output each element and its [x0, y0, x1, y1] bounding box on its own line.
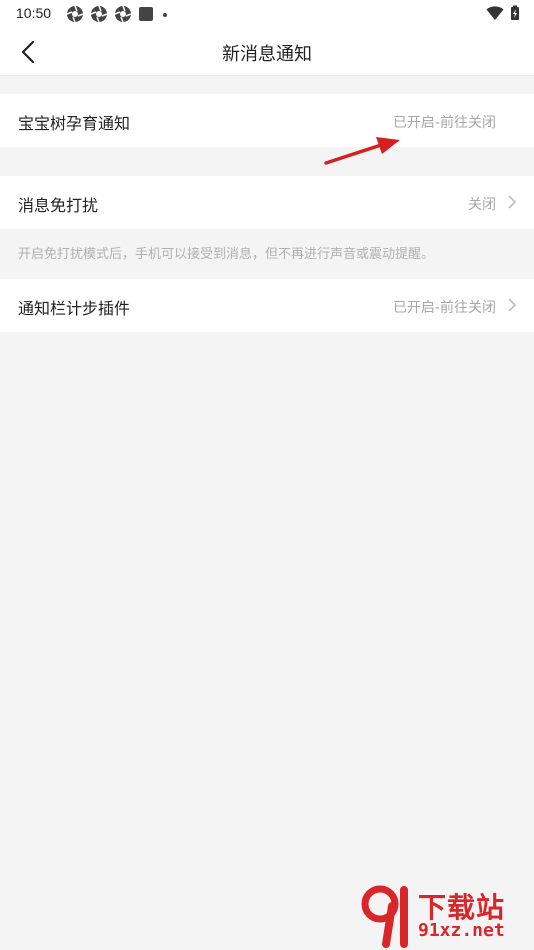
- row-value: 已开启-前往关闭: [392, 115, 496, 131]
- status-time: 10:50: [16, 5, 52, 21]
- system-icons: [486, 5, 520, 21]
- battery-charging-icon: [511, 5, 519, 20]
- settings-row-step-counter-widget[interactable]: 通知栏计步插件 已开启-前往关闭: [0, 279, 534, 332]
- row-value: 已开启-前往关闭: [392, 300, 496, 316]
- row-label: 宝宝树孕育通知: [18, 114, 131, 133]
- chevron-right-icon: [508, 195, 517, 209]
- settings-row-pregnancy-notification[interactable]: 宝宝树孕育通知 已开启-前往关闭: [0, 94, 534, 147]
- row-value: 关闭: [468, 197, 496, 213]
- aperture-icon: [66, 5, 84, 23]
- status-bar: 10:50: [0, 0, 534, 28]
- aperture-icon: [114, 5, 132, 23]
- settings-row-do-not-disturb[interactable]: 消息免打扰 关闭: [0, 176, 534, 229]
- notification-icons: [66, 5, 170, 23]
- wifi-icon: [486, 6, 504, 20]
- row-label: 通知栏计步插件: [18, 299, 131, 318]
- page-title: 新消息通知: [222, 44, 312, 65]
- app-square-icon: [139, 7, 153, 21]
- app-header: 新消息通知: [0, 28, 534, 76]
- chevron-right-icon: [508, 298, 517, 312]
- dnd-description: 开启免打扰模式后，手机可以接受到消息，但不再进行声音或震动提醒。: [18, 247, 435, 262]
- watermark-url: 91xz.net: [418, 920, 505, 941]
- dot-icon: [163, 13, 167, 17]
- watermark-logo-icon: [361, 885, 408, 948]
- annotation-arrow-icon: [324, 137, 400, 165]
- aperture-icon: [90, 5, 108, 23]
- watermark: 下载站 91xz.net: [358, 884, 528, 948]
- row-label: 消息免打扰: [18, 196, 99, 215]
